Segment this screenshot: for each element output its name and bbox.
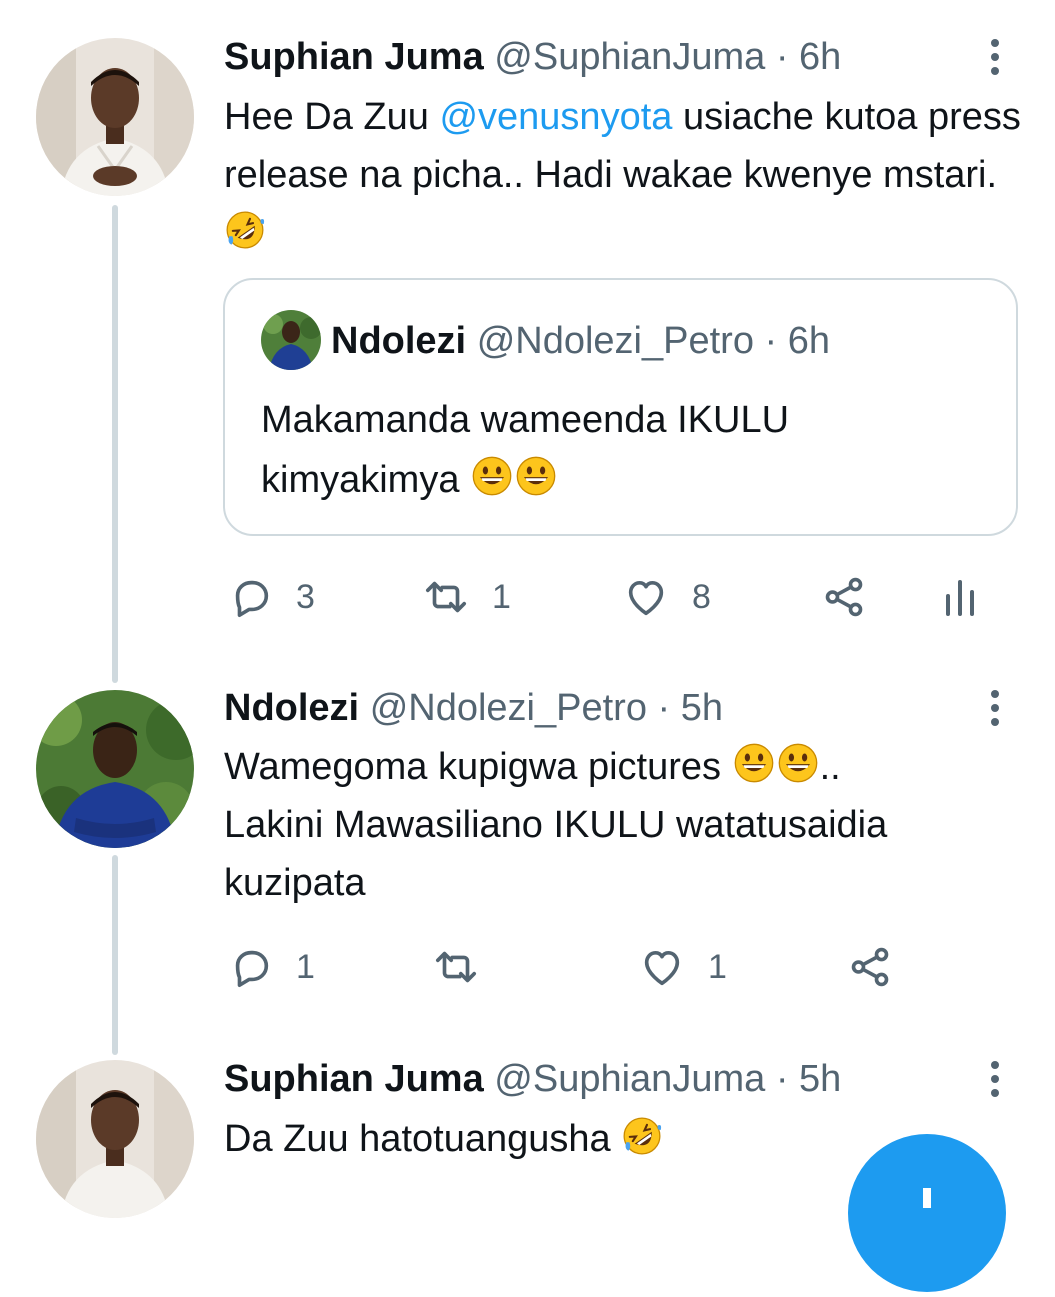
quoted-header: Ndolezi @Ndolezi_Petro · 6h [331, 318, 830, 364]
rolling-on-floor-laughing-icon [621, 1115, 663, 1157]
retweet-icon [432, 944, 480, 990]
more-options-icon[interactable] [980, 685, 1010, 731]
compose-button[interactable] [848, 1134, 1006, 1292]
compose-plus-icon [923, 1188, 931, 1208]
quoted-avatar[interactable] [261, 310, 321, 370]
share-icon [820, 574, 868, 620]
analytics-button[interactable] [940, 574, 980, 620]
avatar[interactable] [36, 1060, 194, 1218]
tweet-text-segment: Hee Da Zuu [224, 96, 440, 138]
grinning-face-icon [776, 741, 820, 785]
tweet-text: Hee Da Zuu @venusnyota usiache kutoa pre… [224, 88, 1024, 262]
tweet-time[interactable]: · 5h [658, 687, 723, 729]
grinning-face-icon [514, 454, 558, 498]
like-button[interactable]: 8 [622, 574, 711, 620]
quoted-author-name: Ndolezi [331, 320, 467, 362]
tweet-header: Ndolezi @Ndolezi_Petro · 5h [224, 685, 723, 731]
like-count: 1 [708, 947, 727, 986]
tweet-time[interactable]: · 5h [776, 1058, 841, 1100]
author-name[interactable]: Ndolezi [224, 687, 359, 729]
grinning-face-icon [732, 741, 776, 785]
like-count: 8 [692, 577, 711, 616]
share-button[interactable] [820, 574, 868, 620]
more-options-icon[interactable] [980, 1056, 1010, 1102]
grinning-face-icon [470, 454, 514, 498]
heart-icon [622, 574, 670, 620]
author-handle[interactable]: @SuphianJuma [494, 1058, 765, 1100]
retweet-button[interactable] [432, 944, 502, 990]
more-options-icon[interactable] [980, 34, 1010, 80]
avatar[interactable] [36, 38, 194, 196]
tweet-header: Suphian Juma @SuphianJuma · 5h [224, 1056, 841, 1102]
reply-button[interactable]: 1 [228, 944, 315, 990]
thread-line [112, 855, 118, 1055]
avatar[interactable] [36, 690, 194, 848]
tweet-text-segment: .. [819, 746, 841, 788]
author-handle[interactable]: @Ndolezi_Petro [370, 687, 647, 729]
retweet-icon [422, 574, 470, 620]
tweet-text-segment: Wamegoma kupigwa pictures [224, 746, 732, 788]
reply-count: 1 [296, 947, 315, 986]
share-icon [846, 944, 894, 990]
like-button[interactable]: 1 [638, 944, 727, 990]
mention-link[interactable]: @venusnyota [439, 96, 672, 138]
reply-button[interactable]: 3 [228, 574, 315, 620]
reply-icon [228, 944, 274, 990]
quoted-author-handle: @Ndolezi_Petro [476, 320, 754, 362]
rolling-on-floor-laughing-icon [224, 209, 266, 251]
heart-icon [638, 944, 686, 990]
author-name[interactable]: Suphian Juma [224, 36, 484, 78]
tweet-text: Wamegoma kupigwa pictures .. Lakini Mawa… [224, 738, 1024, 912]
tweet-time[interactable]: · 6h [776, 36, 841, 78]
author-handle[interactable]: @SuphianJuma [494, 36, 765, 78]
tweet-text-segment: Lakini Mawasiliano IKULU watatusaidia ku… [224, 804, 888, 904]
quoted-text: Makamanda wameenda IKULU kimyakimya [261, 390, 981, 510]
retweet-count: 1 [492, 577, 511, 616]
analytics-icon [946, 580, 974, 616]
quoted-time: · 6h [764, 320, 830, 362]
thread-line [112, 205, 118, 683]
reply-icon [228, 574, 274, 620]
reply-count: 3 [296, 577, 315, 616]
quoted-tweet[interactable]: Ndolezi @Ndolezi_Petro · 6h Makamanda wa… [223, 278, 1018, 536]
tweet-header: Suphian Juma @SuphianJuma · 6h [224, 34, 841, 80]
tweet-text-segment: Da Zuu hatotuangusha [224, 1118, 622, 1160]
retweet-button[interactable]: 1 [422, 574, 511, 620]
share-button[interactable] [846, 944, 894, 990]
author-name[interactable]: Suphian Juma [224, 1058, 484, 1100]
